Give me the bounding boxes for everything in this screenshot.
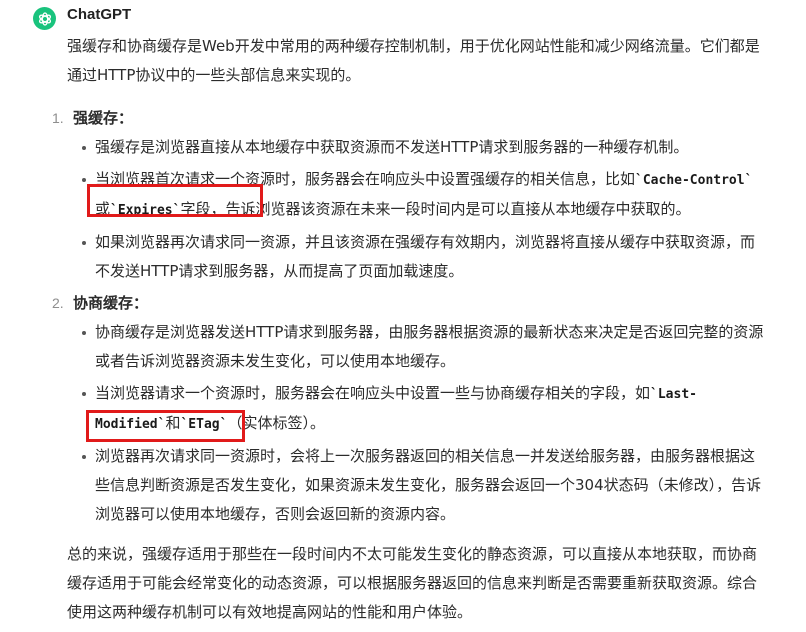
section-header: 1. 强缓存：: [52, 104, 767, 133]
section-strong-cache: 1. 强缓存： 强缓存是浏览器直接从本地缓存中获取资源而不发送HTTP请求到服务…: [52, 104, 767, 286]
list-item: 如果浏览器再次请求同一资源，并且该资源在强缓存有效期内，浏览器将直接从缓存中获取…: [67, 228, 767, 286]
intro-paragraph: 强缓存和协商缓存是Web开发中常用的两种缓存控制机制，用于优化网站性能和减少网络…: [67, 37, 760, 84]
section-header: 2. 协商缓存：: [52, 289, 767, 318]
bullet-list: 协商缓存是浏览器发送HTTP请求到服务器，由服务器根据资源的最新状态来决定是否返…: [67, 318, 767, 529]
bullet-text: 当浏览器首次请求一个资源时，服务器会在响应头中设置强缓存的相关信息，比如: [95, 170, 636, 188]
section-title: 强缓存：: [73, 109, 134, 127]
section-number: 1.: [52, 110, 64, 126]
bullet-text: 当浏览器请求一个资源时，服务器会在响应头中设置一些与协商缓存相关的字段，如: [95, 384, 651, 402]
list-item: 浏览器再次请求同一资源时，会将上一次服务器返回的相关信息一并发送给服务器，由服务…: [67, 442, 767, 529]
section-title: 协商缓存：: [73, 294, 149, 312]
section-negotiated-cache: 2. 协商缓存： 协商缓存是浏览器发送HTTP请求到服务器，由服务器根据资源的最…: [52, 289, 767, 529]
list-item: 当浏览器首次请求一个资源时，服务器会在响应头中设置强缓存的相关信息，比如`Cac…: [67, 165, 767, 225]
bullet-text: 字段，告诉浏览器该资源在未来一段时间内是可以直接从本地缓存中获取的。: [180, 200, 691, 218]
code-expires: `Expires`: [110, 203, 181, 218]
message-body: 强缓存和协商缓存是Web开发中常用的两种缓存控制机制，用于优化网站性能和减少网络…: [52, 32, 767, 532]
bullet-text: 或: [95, 200, 111, 218]
section-number: 2.: [52, 295, 64, 311]
code-cache-control: `Cache-Control`: [635, 173, 753, 188]
bullet-text: 和: [165, 414, 181, 432]
list-item: 协商缓存是浏览器发送HTTP请求到服务器，由服务器根据资源的最新状态来决定是否返…: [67, 318, 767, 376]
bullet-list: 强缓存是浏览器直接从本地缓存中获取资源而不发送HTTP请求到服务器的一种缓存机制…: [67, 133, 767, 286]
openai-knot-icon: [38, 11, 51, 26]
list-item: 当浏览器请求一个资源时，服务器会在响应头中设置一些与协商缓存相关的字段，如`La…: [67, 379, 767, 439]
sender-name: ChatGPT: [67, 6, 132, 23]
bullet-text: （实体标签）。: [227, 414, 325, 432]
list-item: 强缓存是浏览器直接从本地缓存中获取资源而不发送HTTP请求到服务器的一种缓存机制…: [67, 133, 767, 162]
code-etag: `ETag`: [180, 417, 228, 432]
summary-paragraph: 总的来说，强缓存适用于那些在一段时间内不太可能发生变化的静态资源，可以直接从本地…: [67, 545, 758, 621]
chatgpt-logo-icon: [33, 7, 56, 30]
